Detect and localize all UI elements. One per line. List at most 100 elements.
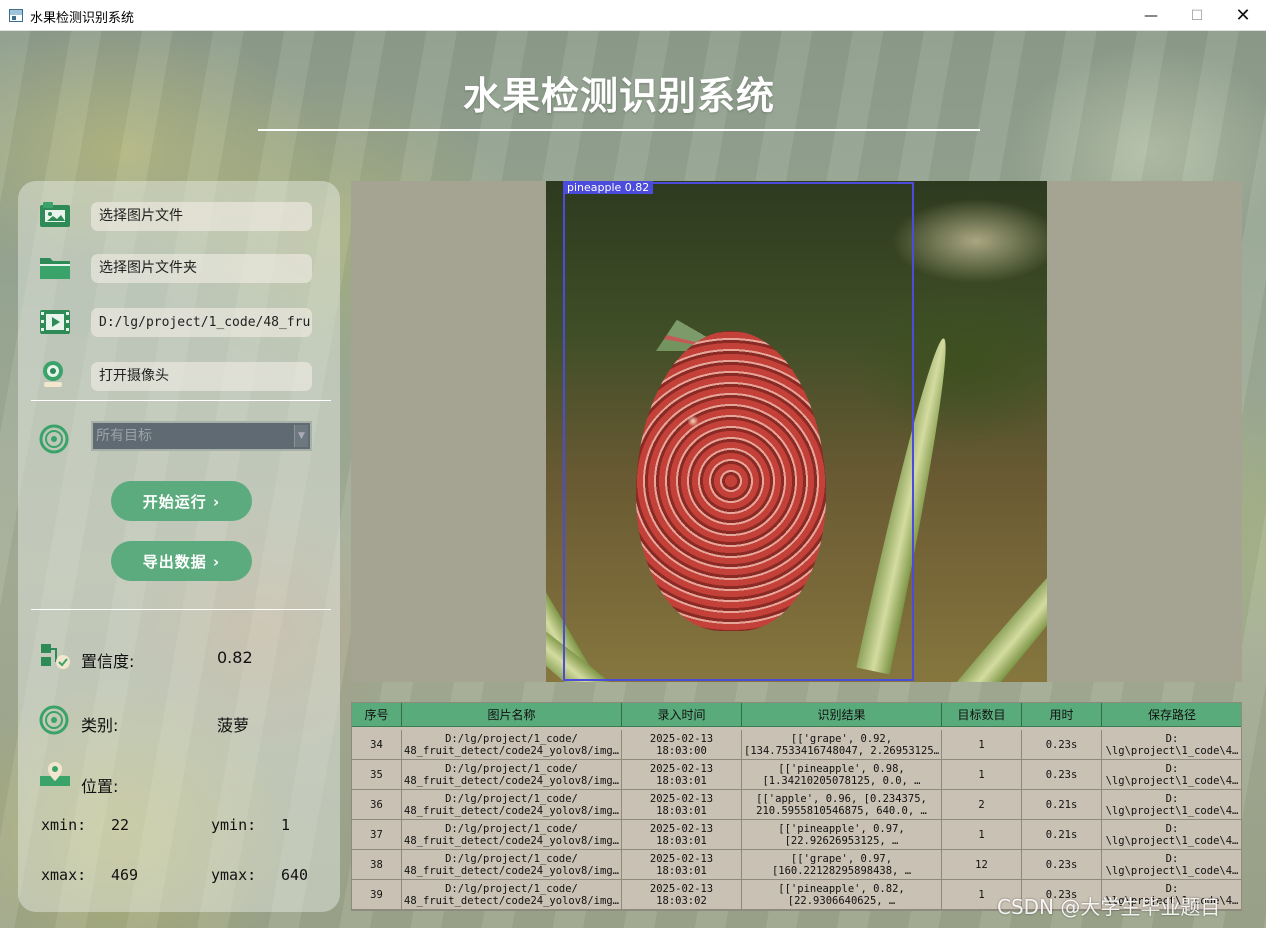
cell-result: [['pineapple', 0.82, [22.9306640625, … <box>742 880 942 909</box>
cell-id: 38 <box>352 850 402 879</box>
cell-duration: 0.23s <box>1022 760 1102 789</box>
detection-photo: pineapple 0.82 <box>546 181 1047 682</box>
close-button[interactable]: ✕ <box>1220 0 1266 31</box>
cell-name: D:/lg/project/1_code/48_fruit_detect/cod… <box>402 880 622 909</box>
start-button[interactable]: 开始运行 › <box>111 481 252 521</box>
results-table[interactable]: 序号 图片名称 录入时间 识别结果 目标数目 用时 保存路径 34 D:/lg/… <box>351 702 1242 911</box>
cell-path: D: \lg\project\1_code\4… <box>1102 760 1241 789</box>
class-value: 菠萝 <box>217 716 250 735</box>
location-pin-icon <box>40 762 70 786</box>
cell-name: D:/lg/project/1_code/48_fruit_detect/cod… <box>402 760 622 789</box>
column-header[interactable]: 图片名称 <box>402 703 622 727</box>
column-header[interactable]: 目标数目 <box>942 703 1022 727</box>
cell-path: D: \lg\project\1_code\4… <box>1102 820 1241 849</box>
cell-result: [['apple', 0.96, [0.234375, 210.595581054… <box>742 790 942 819</box>
open-camera-button[interactable]: 打开摄像头 <box>91 362 312 391</box>
column-header[interactable]: 用时 <box>1022 703 1102 727</box>
table-header: 序号 图片名称 录入时间 识别结果 目标数目 用时 保存路径 <box>352 703 1241 727</box>
table-row[interactable]: 36 D:/lg/project/1_code/48_fruit_detect/… <box>352 790 1241 820</box>
table-body: 34 D:/lg/project/1_code/48_fruit_detect/… <box>352 730 1241 910</box>
cell-name: D:/lg/project/1_code/48_fruit_detect/cod… <box>402 730 622 759</box>
ymin-label: ymin: <box>211 816 257 834</box>
table-row[interactable]: 35 D:/lg/project/1_code/48_fruit_detect/… <box>352 760 1241 790</box>
maximize-button[interactable]: ☐ <box>1174 0 1220 31</box>
confidence-icon <box>41 644 70 669</box>
cell-time: 2025-02-13 18:03:01 <box>622 820 742 849</box>
video-path-field[interactable]: D:/lg/project/1_code/48_fru <box>91 308 312 337</box>
column-header[interactable]: 序号 <box>352 703 402 727</box>
window-title: 水果检测识别系统 <box>30 11 135 26</box>
cell-duration: 0.21s <box>1022 790 1102 819</box>
cell-result: [['grape', 0.97, [160.22128295898438, … <box>742 850 942 879</box>
ymax-value: 640 <box>281 866 309 884</box>
select-image-folder-button[interactable]: 选择图片文件夹 <box>91 254 312 283</box>
cell-time: 2025-02-13 18:03:01 <box>622 850 742 879</box>
webcam-icon <box>43 361 63 387</box>
app-icon <box>9 9 23 22</box>
confidence-label: 置信度: <box>81 652 135 671</box>
cell-path: D: \lg\project\1_code\4… <box>1102 730 1241 759</box>
cell-duration: 0.21s <box>1022 820 1102 849</box>
image-file-icon <box>40 202 70 227</box>
cell-path: D: \lg\project\1_code\4… <box>1102 790 1241 819</box>
column-header[interactable]: 识别结果 <box>742 703 942 727</box>
cell-result: [['pineapple', 0.98, [1.34210205078125, 0… <box>742 760 942 789</box>
cell-id: 39 <box>352 880 402 909</box>
cell-time: 2025-02-13 18:03:01 <box>622 790 742 819</box>
cell-path: D: \lg\project\1_code\4… <box>1102 850 1241 879</box>
page-title: 水果检测识别系统 <box>462 74 775 118</box>
cell-count: 1 <box>942 820 1022 849</box>
detection-label: pineapple 0.82 <box>563 181 654 194</box>
window-titlebar: 水果检测识别系统 — ☐ ✕ <box>0 0 1266 31</box>
column-header[interactable]: 录入时间 <box>622 703 742 727</box>
class-icon <box>39 705 69 735</box>
cell-time: 2025-02-13 18:03:01 <box>622 760 742 789</box>
target-select[interactable]: 所有目标 ▼ <box>91 421 312 451</box>
select-image-file-button[interactable]: 选择图片文件 <box>91 202 312 231</box>
xmin-label: xmin: <box>41 816 87 834</box>
ymax-label: ymax: <box>211 866 257 884</box>
cell-result: [['pineapple', 0.97, [22.92626953125, … <box>742 820 942 849</box>
cell-duration: 0.23s <box>1022 850 1102 879</box>
video-icon <box>40 310 70 334</box>
cell-name: D:/lg/project/1_code/48_fruit_detect/cod… <box>402 790 622 819</box>
cell-count: 1 <box>942 760 1022 789</box>
cell-duration: 0.23s <box>1022 730 1102 759</box>
xmax-value: 469 <box>111 866 139 884</box>
cell-time: 2025-02-13 18:03:02 <box>622 880 742 909</box>
cell-id: 36 <box>352 790 402 819</box>
class-label: 类别: <box>81 716 119 735</box>
detection-box <box>563 182 914 681</box>
panel-divider <box>31 400 331 401</box>
target-select-value: 所有目标 <box>96 428 152 444</box>
target-icon <box>39 424 69 454</box>
image-display: pineapple 0.82 <box>351 181 1242 682</box>
xmin-value: 22 <box>111 816 130 834</box>
cell-name: D:/lg/project/1_code/48_fruit_detect/cod… <box>402 850 622 879</box>
control-panel: 选择图片文件 选择图片文件夹 D:/lg/project/1_code/48_f… <box>18 181 340 912</box>
column-header[interactable]: 保存路径 <box>1102 703 1241 727</box>
leaf-shape <box>949 460 1047 682</box>
export-button[interactable]: 导出数据 › <box>111 541 252 581</box>
table-row[interactable]: 34 D:/lg/project/1_code/48_fruit_detect/… <box>352 730 1241 760</box>
confidence-value: 0.82 <box>217 648 253 667</box>
chevron-down-icon[interactable]: ▼ <box>294 425 308 447</box>
minimize-button[interactable]: — <box>1128 0 1174 31</box>
panel-divider-2 <box>31 609 331 610</box>
xmax-label: xmax: <box>41 866 87 884</box>
position-label: 位置: <box>81 777 119 796</box>
main-area: 水果检测识别系统 选择图片文件 选择图片文件夹 D:/lg/project/1_ <box>0 31 1266 928</box>
cell-count: 2 <box>942 790 1022 819</box>
cell-count: 1 <box>942 730 1022 759</box>
title-divider <box>258 129 980 131</box>
ymin-value: 1 <box>281 816 291 834</box>
folder-icon <box>40 258 70 279</box>
watermark: CSDN @大学生毕业题目 <box>997 895 1221 919</box>
cell-id: 35 <box>352 760 402 789</box>
cell-name: D:/lg/project/1_code/48_fruit_detect/cod… <box>402 820 622 849</box>
cell-id: 34 <box>352 730 402 759</box>
table-row[interactable]: 37 D:/lg/project/1_code/48_fruit_detect/… <box>352 820 1241 850</box>
table-row[interactable]: 38 D:/lg/project/1_code/48_fruit_detect/… <box>352 850 1241 880</box>
cell-count: 12 <box>942 850 1022 879</box>
cell-id: 37 <box>352 820 402 849</box>
